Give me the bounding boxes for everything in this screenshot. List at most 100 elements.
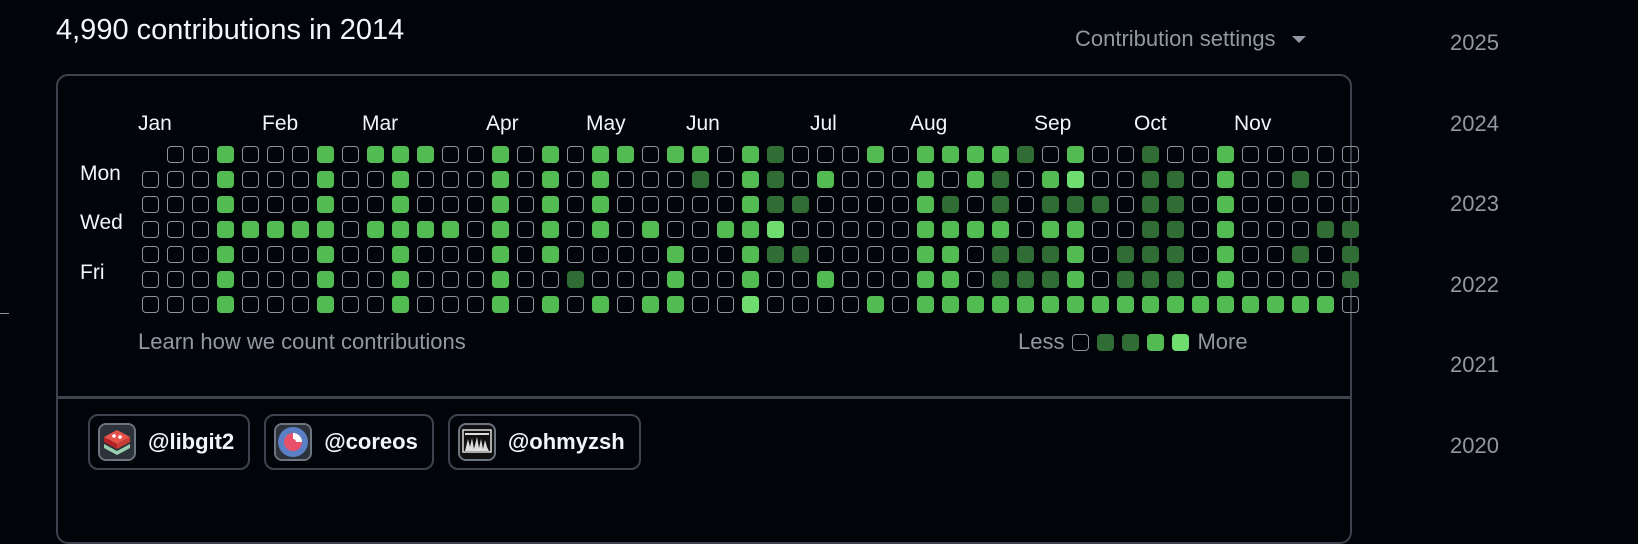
contribution-day[interactable] (867, 146, 884, 163)
contribution-day[interactable] (617, 296, 634, 313)
contribution-day[interactable] (367, 171, 384, 188)
contribution-day[interactable] (192, 221, 209, 238)
contribution-day[interactable] (1017, 246, 1034, 263)
contribution-day[interactable] (1192, 146, 1209, 163)
contribution-day[interactable] (1267, 271, 1284, 288)
contribution-day[interactable] (917, 146, 934, 163)
contribution-day[interactable] (342, 171, 359, 188)
contribution-day[interactable] (692, 171, 709, 188)
contribution-day[interactable] (892, 196, 909, 213)
contribution-day[interactable] (1192, 196, 1209, 213)
contribution-day[interactable] (592, 171, 609, 188)
contribution-day[interactable] (1092, 146, 1109, 163)
contribution-day[interactable] (1117, 221, 1134, 238)
contribution-day[interactable] (517, 221, 534, 238)
contribution-day[interactable] (967, 196, 984, 213)
contribution-day[interactable] (817, 196, 834, 213)
contribution-day[interactable] (1217, 296, 1234, 313)
contribution-day[interactable] (817, 146, 834, 163)
contribution-day[interactable] (817, 221, 834, 238)
contribution-day[interactable] (467, 171, 484, 188)
contribution-day[interactable] (717, 146, 734, 163)
contribution-day[interactable] (192, 171, 209, 188)
contribution-day[interactable] (1142, 246, 1159, 263)
contribution-day[interactable] (542, 196, 559, 213)
contribution-day[interactable] (317, 196, 334, 213)
contribution-day[interactable] (792, 246, 809, 263)
contribution-day[interactable] (167, 221, 184, 238)
contribution-day[interactable] (542, 246, 559, 263)
contribution-day[interactable] (542, 171, 559, 188)
contribution-day[interactable] (592, 221, 609, 238)
contribution-day[interactable] (617, 246, 634, 263)
contribution-day[interactable] (342, 296, 359, 313)
contribution-day[interactable] (442, 296, 459, 313)
contribution-day[interactable] (542, 221, 559, 238)
contribution-day[interactable] (767, 246, 784, 263)
contribution-day[interactable] (242, 146, 259, 163)
contribution-day[interactable] (917, 246, 934, 263)
contribution-day[interactable] (817, 296, 834, 313)
contribution-day[interactable] (942, 296, 959, 313)
contribution-day[interactable] (1092, 246, 1109, 263)
contribution-day[interactable] (1267, 171, 1284, 188)
contribution-day[interactable] (267, 296, 284, 313)
contribution-day[interactable] (867, 171, 884, 188)
contribution-day[interactable] (742, 246, 759, 263)
contribution-day[interactable] (1117, 296, 1134, 313)
contribution-day[interactable] (442, 221, 459, 238)
contribution-day[interactable] (1167, 271, 1184, 288)
year-link-2020[interactable]: 2020 (1450, 433, 1499, 459)
contribution-day[interactable] (892, 146, 909, 163)
contribution-day[interactable] (467, 221, 484, 238)
contribution-day[interactable] (867, 196, 884, 213)
contribution-day[interactable] (267, 146, 284, 163)
contribution-day[interactable] (517, 146, 534, 163)
contribution-day[interactable] (417, 221, 434, 238)
contribution-day[interactable] (1192, 296, 1209, 313)
contribution-day[interactable] (667, 296, 684, 313)
contribution-day[interactable] (717, 221, 734, 238)
contribution-day[interactable] (1117, 146, 1134, 163)
contribution-day[interactable] (767, 296, 784, 313)
contribution-day[interactable] (717, 296, 734, 313)
contribution-day[interactable] (1292, 221, 1309, 238)
contribution-day[interactable] (1317, 296, 1334, 313)
year-link-2021[interactable]: 2021 (1450, 352, 1499, 378)
contribution-settings-button[interactable]: Contribution settings (1075, 26, 1306, 52)
contribution-day[interactable] (767, 221, 784, 238)
contribution-day[interactable] (867, 296, 884, 313)
contribution-day[interactable] (1242, 171, 1259, 188)
contribution-day[interactable] (242, 196, 259, 213)
contribution-day[interactable] (367, 221, 384, 238)
contribution-day[interactable] (917, 196, 934, 213)
contribution-day[interactable] (642, 296, 659, 313)
contribution-day[interactable] (192, 296, 209, 313)
contribution-day[interactable] (1292, 296, 1309, 313)
contribution-day[interactable] (867, 221, 884, 238)
contribution-day[interactable] (342, 146, 359, 163)
contribution-day[interactable] (567, 146, 584, 163)
year-link-2025[interactable]: 2025 (1450, 30, 1499, 56)
contribution-day[interactable] (1142, 171, 1159, 188)
contribution-day[interactable] (1217, 146, 1234, 163)
contribution-day[interactable] (667, 271, 684, 288)
contribution-day[interactable] (467, 296, 484, 313)
contribution-day[interactable] (1192, 171, 1209, 188)
contribution-day[interactable] (917, 171, 934, 188)
contribution-day[interactable] (1342, 296, 1359, 313)
contribution-day[interactable] (217, 271, 234, 288)
contribution-day[interactable] (217, 146, 234, 163)
contribution-day[interactable] (1192, 221, 1209, 238)
contribution-day[interactable] (667, 171, 684, 188)
contribution-day[interactable] (992, 146, 1009, 163)
contribution-day[interactable] (317, 296, 334, 313)
contribution-day[interactable] (792, 221, 809, 238)
org-button-ohmyzsh[interactable]: @ohmyzsh (447, 414, 641, 470)
contribution-day[interactable] (892, 271, 909, 288)
contribution-day[interactable] (967, 146, 984, 163)
contribution-day[interactable] (1042, 146, 1059, 163)
contribution-day[interactable] (942, 246, 959, 263)
contribution-day[interactable] (317, 171, 334, 188)
contribution-day[interactable] (617, 196, 634, 213)
